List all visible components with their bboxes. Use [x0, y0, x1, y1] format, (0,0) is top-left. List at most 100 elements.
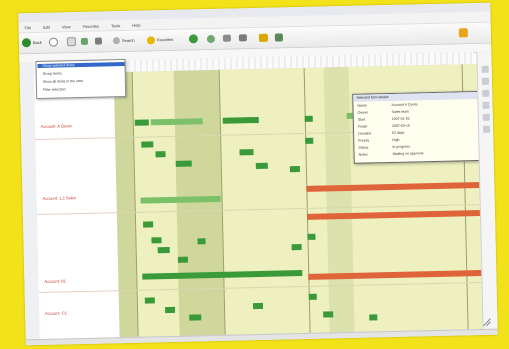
- tooltip-key: Notes: [358, 152, 368, 157]
- edit-button[interactable]: [258, 32, 268, 43]
- media-button[interactable]: [188, 33, 199, 44]
- timeline-bar[interactable]: [307, 233, 316, 240]
- forward-button[interactable]: [48, 37, 59, 48]
- tooltip-key: Duration: [358, 131, 372, 136]
- timeline-shaded-column: [323, 66, 355, 333]
- timeline-bar[interactable]: [291, 244, 302, 251]
- lane-label[interactable]: Account: C1: [45, 310, 67, 315]
- filter-icon[interactable]: [482, 113, 490, 121]
- menu-favorites[interactable]: Favorites: [83, 23, 100, 28]
- timeline-bar[interactable]: [305, 137, 314, 144]
- discuss-button[interactable]: [274, 31, 283, 42]
- timeline-bar[interactable]: [143, 221, 154, 228]
- stop-button[interactable]: [66, 36, 77, 47]
- discuss-icon: [274, 32, 283, 42]
- menu-edit[interactable]: Edit: [43, 24, 50, 29]
- timeline-bar[interactable]: [141, 141, 154, 148]
- screenshot-stage: File Edit View Favorites Tools Help Back: [0, 0, 509, 349]
- menu-help[interactable]: Help: [132, 22, 140, 27]
- dropdown-option[interactable]: Show all items in the view: [43, 79, 83, 84]
- item-details-tooltip: Selected item details Name Account A Quo…: [352, 90, 484, 164]
- tooltip-key: Start: [357, 117, 366, 122]
- tooltip-key: Finish: [357, 124, 368, 129]
- timeline-bar[interactable]: [175, 160, 192, 167]
- timeline-bar[interactable]: [155, 151, 166, 158]
- timeline-bar[interactable]: [189, 314, 202, 321]
- tooltip-key: Name: [357, 103, 367, 108]
- zoom-in-icon[interactable]: [481, 65, 489, 73]
- print-button[interactable]: [238, 32, 247, 43]
- tooltip-value: High: [392, 137, 400, 142]
- timeline-bar[interactable]: [144, 297, 155, 304]
- favorites-label: Favorites: [156, 36, 174, 43]
- lane-label[interactable]: Account: 1.2 Sales: [42, 195, 75, 201]
- lane-divider: [35, 137, 116, 141]
- timeline-bar[interactable]: [304, 115, 313, 122]
- pan-icon[interactable]: [482, 101, 490, 109]
- lane-divider: [118, 281, 482, 292]
- lane-divider: [36, 212, 117, 216]
- menu-tools[interactable]: Tools: [111, 23, 120, 28]
- timeline-bar[interactable]: [150, 118, 203, 126]
- mail-icon: [222, 34, 231, 42]
- tooltip-value: Account A Quote: [391, 102, 418, 107]
- lane-divider: [38, 290, 119, 294]
- resize-grip-icon[interactable]: [481, 317, 491, 327]
- media-icon: [188, 34, 199, 44]
- menu-view[interactable]: View: [62, 24, 71, 29]
- edit-icon: [258, 33, 268, 42]
- timeline-bar[interactable]: [239, 149, 254, 156]
- back-button[interactable]: Back: [21, 37, 42, 48]
- lane-labels: Account: A Quote Account: 1.2 Sales Acco…: [33, 72, 120, 339]
- search-button[interactable]: Search: [112, 35, 135, 46]
- home-button[interactable]: [94, 36, 103, 47]
- dropdown-option[interactable]: Group items: [43, 71, 62, 75]
- tooltip-value: 2007-01-02: [391, 116, 410, 121]
- tooltip-key: Owner: [357, 110, 368, 115]
- favorites-button[interactable]: Favorites: [146, 34, 174, 46]
- windows-logo-icon: [458, 28, 468, 38]
- dropdown-option[interactable]: Show selected items: [37, 62, 125, 68]
- application-window: File Edit View Favorites Tools Help Back: [18, 2, 498, 346]
- menu-file[interactable]: File: [25, 25, 32, 30]
- history-button[interactable]: [206, 33, 216, 44]
- history-icon: [206, 34, 216, 43]
- timeline-bar[interactable]: [222, 116, 259, 124]
- timeline-bar[interactable]: [157, 247, 170, 254]
- stop-icon: [66, 37, 77, 47]
- timeline-bar[interactable]: [252, 302, 264, 310]
- zoom-out-icon[interactable]: [481, 77, 490, 85]
- lane-label[interactable]: Account: A Quote: [41, 123, 72, 129]
- tooltip-value: 52 days: [392, 130, 405, 135]
- forward-arrow-icon: [48, 37, 59, 47]
- fit-icon[interactable]: [482, 89, 490, 97]
- timeline-bar[interactable]: [308, 293, 317, 300]
- tooltip-value: In progress: [392, 144, 410, 149]
- timeline-bar[interactable]: [197, 238, 206, 245]
- lane-label[interactable]: Account: B1: [44, 278, 66, 283]
- tooltip-value: Waiting on approval: [392, 151, 424, 156]
- timeline-bar[interactable]: [134, 119, 149, 126]
- tooltip-title: Selected item details: [353, 91, 482, 102]
- back-label: Back: [32, 39, 42, 46]
- timeline-bar[interactable]: [289, 166, 300, 173]
- mail-button[interactable]: [222, 33, 231, 44]
- search-icon: [112, 37, 121, 45]
- timeline-bar[interactable]: [177, 256, 188, 263]
- timeline-bar[interactable]: [255, 162, 268, 170]
- back-arrow-icon: [21, 38, 32, 48]
- timeline-bar[interactable]: [164, 306, 176, 314]
- home-icon: [94, 37, 103, 45]
- windows-logo: [458, 27, 468, 38]
- timeline-bar[interactable]: [323, 311, 334, 318]
- settings-icon[interactable]: [482, 125, 491, 133]
- timeline-bar[interactable]: [151, 237, 162, 244]
- refresh-icon: [80, 37, 89, 45]
- search-label: Search: [121, 37, 135, 44]
- favorites-star-icon: [146, 35, 156, 44]
- view-options-dropdown: Show selected items Group items Show all…: [35, 58, 127, 100]
- dropdown-option[interactable]: Filter selection: [43, 87, 66, 92]
- timeline-bar[interactable]: [369, 314, 378, 321]
- timeline-shaded-column: [173, 69, 225, 336]
- refresh-button[interactable]: [80, 36, 89, 47]
